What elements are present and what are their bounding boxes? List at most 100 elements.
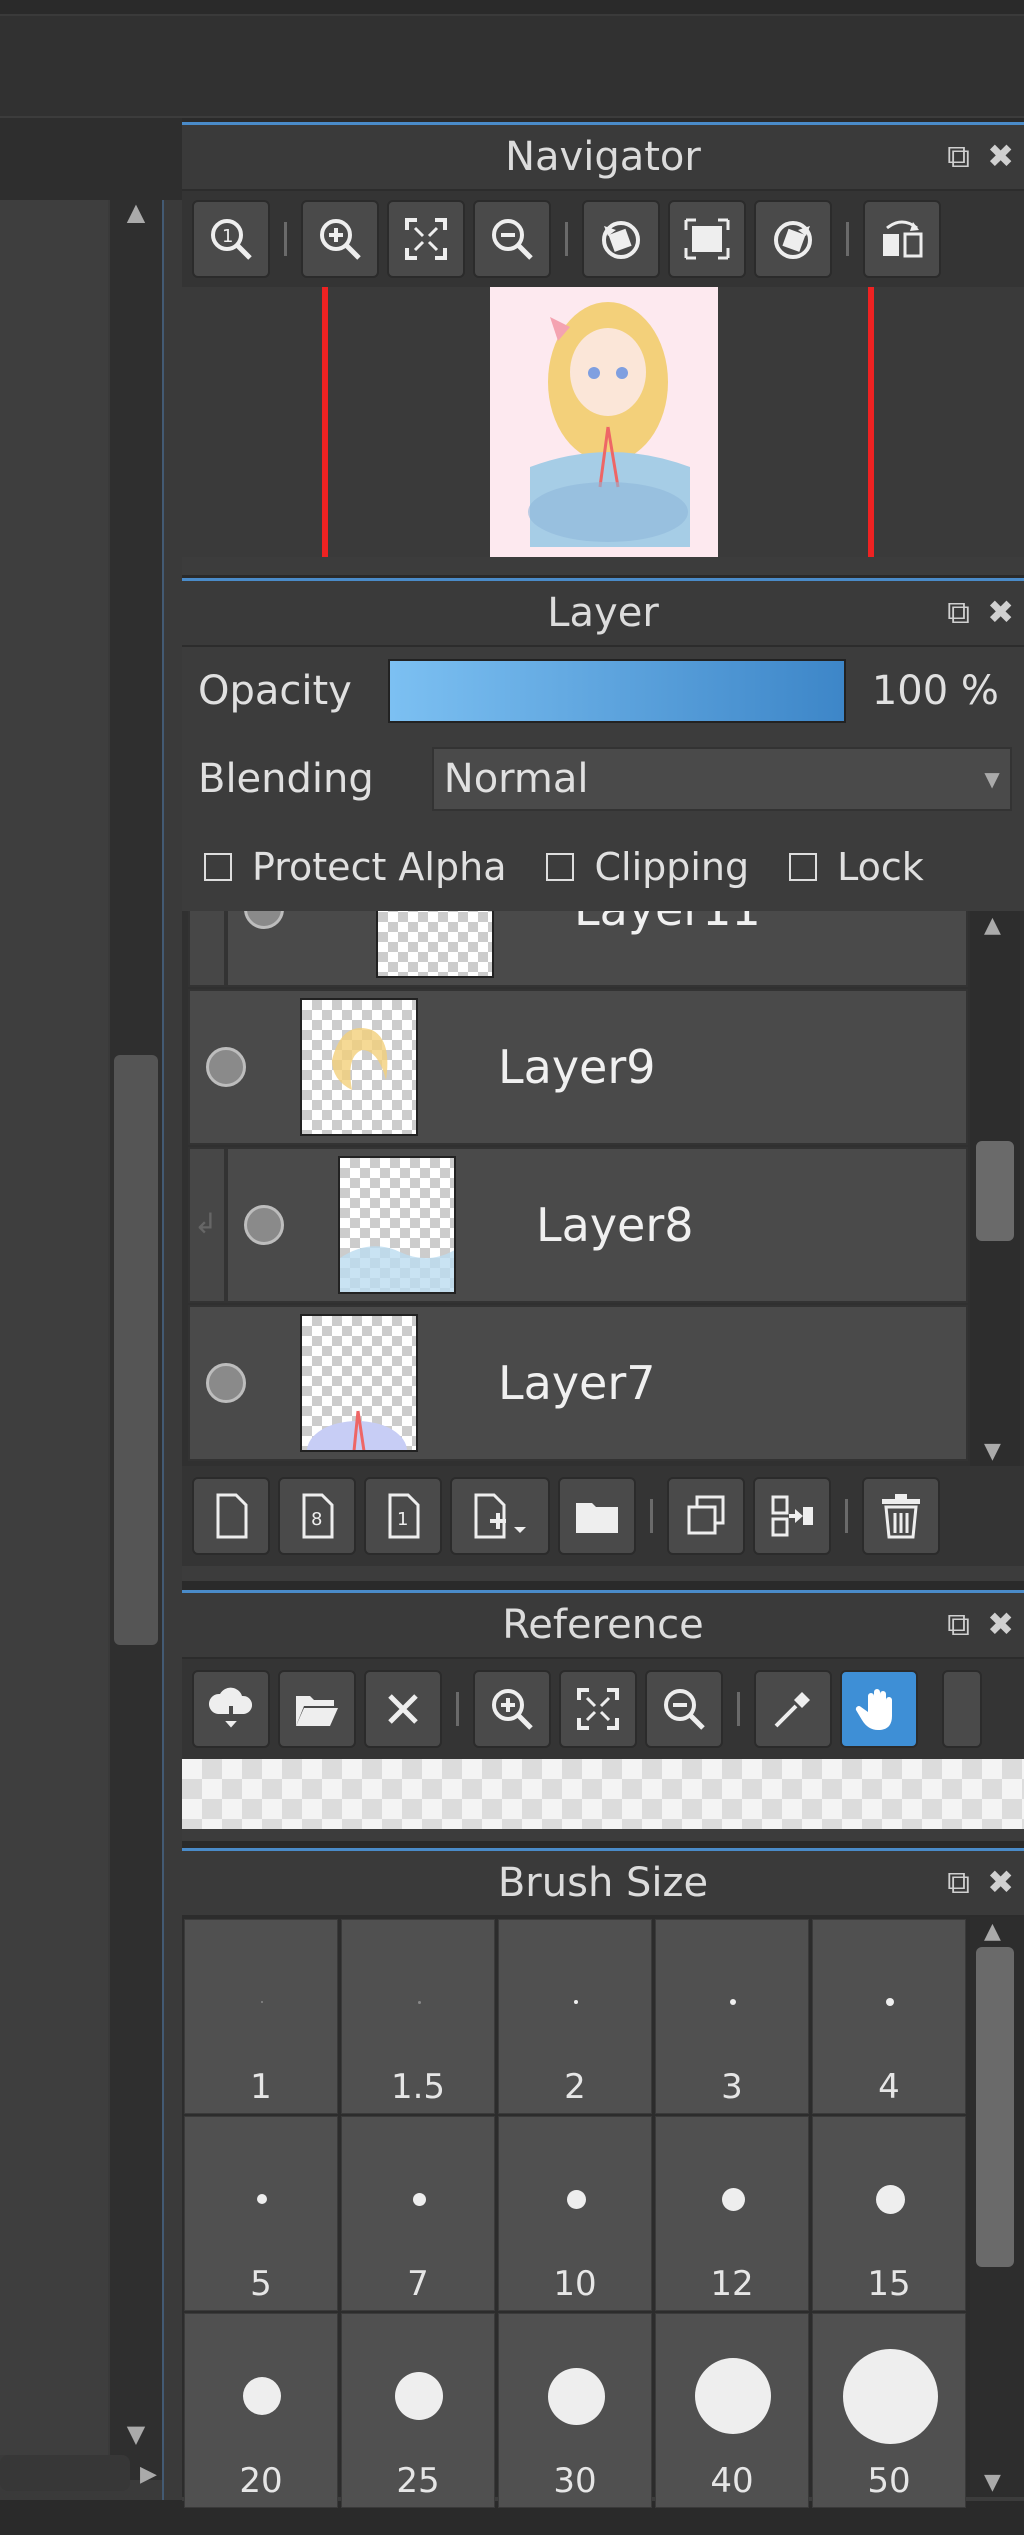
scroll-up-arrow-icon[interactable]: ▲: [984, 1919, 1001, 1944]
brush-size-scroll-thumb[interactable]: [976, 1947, 1014, 2267]
svg-text:8: 8: [311, 1509, 322, 1530]
download-cloud-icon[interactable]: [192, 1670, 270, 1748]
brush-size-label: 15: [867, 2264, 911, 2304]
layer-options-row: Protect Alpha Clipping Lock: [182, 823, 1024, 911]
reference-title-bar: Reference ⧉ ✖: [182, 1593, 1024, 1659]
add-layer-menu-icon[interactable]: [450, 1477, 550, 1555]
brush-size-label: 4: [878, 2067, 900, 2107]
brush-size-cell[interactable]: 1.5: [341, 1919, 495, 2114]
layer-list-scroll-thumb[interactable]: [976, 1141, 1014, 1241]
float-panel-icon[interactable]: ⧉: [947, 1605, 970, 1644]
canvas[interactable]: [0, 200, 108, 2455]
layer-row[interactable]: Layer9: [188, 989, 968, 1145]
toolbar-separator: [737, 1692, 740, 1726]
scroll-down-arrow-icon[interactable]: ▼: [120, 2420, 152, 2448]
float-panel-icon[interactable]: ⧉: [947, 137, 970, 176]
visibility-toggle-icon[interactable]: [206, 1363, 246, 1403]
brush-size-label: 30: [553, 2461, 597, 2501]
scroll-down-arrow-icon[interactable]: ▼: [984, 1439, 1001, 1464]
brush-size-cell[interactable]: 3: [655, 1919, 809, 2114]
scroll-up-arrow-icon[interactable]: ▲: [984, 913, 1001, 938]
brush-size-dot: [395, 2372, 443, 2420]
zoom-out-icon[interactable]: [473, 200, 551, 278]
close-panel-icon[interactable]: ✖: [987, 1863, 1014, 1901]
fit-screen-icon[interactable]: [559, 1670, 637, 1748]
brush-size-label: 12: [710, 2264, 754, 2304]
delete-layer-icon[interactable]: [862, 1477, 940, 1555]
brush-size-cell[interactable]: 50: [812, 2313, 966, 2508]
brush-size-cell[interactable]: 7: [341, 2116, 495, 2311]
scroll-down-arrow-icon[interactable]: ▼: [984, 2470, 1001, 2495]
close-icon[interactable]: [364, 1670, 442, 1748]
brush-size-label: 50: [867, 2461, 911, 2501]
panel-title: Layer: [547, 590, 659, 636]
brush-size-dot: [695, 2358, 771, 2434]
fit-screen-icon[interactable]: [387, 200, 465, 278]
layer-row[interactable]: Layer8: [226, 1147, 968, 1303]
blending-select[interactable]: Normal ▼: [431, 747, 1012, 811]
float-panel-icon[interactable]: ⧉: [947, 593, 970, 632]
brush-size-cell[interactable]: 12: [655, 2116, 809, 2311]
open-folder-icon[interactable]: [278, 1670, 356, 1748]
layer-list-scrollbar[interactable]: ▲ ▼: [970, 911, 1020, 1466]
layer-name: Layer11: [574, 911, 761, 936]
panel-title: Reference: [502, 1602, 704, 1648]
canvas-vertical-scroll-thumb[interactable]: [114, 1055, 158, 1645]
merge-down-icon[interactable]: [753, 1477, 831, 1555]
folder-icon[interactable]: [558, 1477, 636, 1555]
visibility-toggle-icon[interactable]: [206, 1047, 246, 1087]
hand-icon[interactable]: [840, 1670, 918, 1748]
brush-size-title-bar: Brush Size ⧉ ✖: [182, 1851, 1024, 1917]
brush-size-cell[interactable]: 1: [184, 1919, 338, 2114]
brush-size-scrollbar[interactable]: ▲ ▼: [970, 1917, 1020, 2497]
flip-horizontal-icon[interactable]: [863, 200, 941, 278]
layer-name: Layer9: [498, 1040, 656, 1094]
brush-size-dot: [243, 2377, 281, 2415]
close-panel-icon[interactable]: ✖: [987, 137, 1014, 175]
zoom-in-icon[interactable]: [473, 1670, 551, 1748]
brush-size-cell[interactable]: 4: [812, 1919, 966, 2114]
opacity-slider[interactable]: [387, 659, 846, 723]
brush-size-cell[interactable]: 10: [498, 2116, 652, 2311]
float-panel-icon[interactable]: ⧉: [947, 1863, 970, 1902]
brush-size-cell[interactable]: 40: [655, 2313, 809, 2508]
eyedropper-icon[interactable]: [754, 1670, 832, 1748]
navigator-preview[interactable]: [182, 287, 1024, 557]
brush-size-cell[interactable]: 15: [812, 2116, 966, 2311]
new-1bit-layer-icon[interactable]: 1: [364, 1477, 442, 1555]
brush-size-cell[interactable]: 30: [498, 2313, 652, 2508]
new-layer-icon[interactable]: [192, 1477, 270, 1555]
scroll-up-arrow-icon[interactable]: ▲: [120, 198, 152, 226]
brush-size-dot: [566, 2189, 586, 2209]
zoom-out-icon[interactable]: [645, 1670, 723, 1748]
protect-alpha-checkbox[interactable]: Protect Alpha: [204, 845, 506, 889]
rotate-right-icon[interactable]: [754, 200, 832, 278]
brush-size-label: 5: [250, 2264, 272, 2304]
brush-size-cell[interactable]: 2: [498, 1919, 652, 2114]
new-8bit-layer-icon[interactable]: 8: [278, 1477, 356, 1555]
zoom-in-icon[interactable]: [301, 200, 379, 278]
layer-row[interactable]: Layer7: [188, 1305, 968, 1461]
brush-size-cell[interactable]: 25: [341, 2313, 495, 2508]
brush-size-cell[interactable]: 5: [184, 2116, 338, 2311]
zoom-fit-100-icon[interactable]: 1: [192, 200, 270, 278]
navigator-toolbar: 1: [182, 191, 1024, 287]
lock-checkbox[interactable]: Lock: [789, 845, 924, 889]
layer-row[interactable]: Layer11: [226, 911, 968, 987]
visibility-toggle-icon[interactable]: [244, 911, 284, 929]
close-panel-icon[interactable]: ✖: [987, 1605, 1014, 1643]
close-panel-icon[interactable]: ✖: [987, 593, 1014, 631]
rotate-left-icon[interactable]: [582, 200, 660, 278]
toolbar-separator: [845, 1499, 848, 1533]
brush-size-cell[interactable]: 20: [184, 2313, 338, 2508]
reference-image-area[interactable]: [182, 1759, 1024, 1829]
scroll-right-arrow-icon[interactable]: ▶: [140, 2462, 160, 2487]
toolbar-separator: [565, 222, 568, 256]
clipping-checkbox[interactable]: Clipping: [546, 845, 749, 889]
duplicate-layer-icon[interactable]: [667, 1477, 745, 1555]
brush-size-label: 10: [553, 2264, 597, 2304]
canvas-horizontal-scrollbar[interactable]: [0, 2455, 130, 2491]
reset-view-icon[interactable]: [668, 200, 746, 278]
toolbar-overflow-button[interactable]: [942, 1670, 982, 1748]
visibility-toggle-icon[interactable]: [244, 1205, 284, 1245]
